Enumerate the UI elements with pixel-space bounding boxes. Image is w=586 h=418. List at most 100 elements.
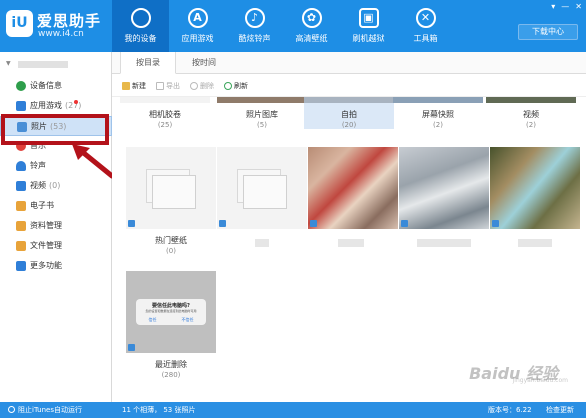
bell-icon: ♪ <box>244 8 265 28</box>
album-count: (2) <box>433 121 443 129</box>
album-selfies[interactable]: 自拍 (20) <box>304 97 394 129</box>
album-type-icon <box>492 220 499 227</box>
album-thumbnail <box>308 147 398 229</box>
delete-label: 删除 <box>200 81 214 90</box>
album-type-icon <box>128 344 135 351</box>
dialog-buttons: 信任 不信任 <box>136 317 206 323</box>
refresh-label: 刷新 <box>234 81 248 90</box>
album-type-icon <box>401 220 408 227</box>
album-screenshots[interactable]: 屏幕快照 (2) <box>393 97 483 129</box>
album-redacted-1[interactable] <box>217 147 307 247</box>
album-thumbnail <box>120 97 210 103</box>
export-icon <box>156 81 164 90</box>
album-thumbnail <box>217 97 307 103</box>
sidebar-item-count: (0) <box>49 181 61 190</box>
view-tabs: 按目录 按时间 <box>112 52 586 74</box>
album-name: 最近删除 <box>155 360 187 369</box>
placeholder-frame <box>243 175 287 209</box>
dialog-subtitle: 您的设置和数据在连接到此电脑时可用 <box>145 309 197 313</box>
device-name-redacted <box>18 61 68 68</box>
annotation-arrow-icon <box>72 144 115 179</box>
redacted-name <box>255 239 269 247</box>
album-redacted-2[interactable] <box>308 147 398 247</box>
sidebar-item-label: 铃声 <box>30 161 46 170</box>
album-thumbnail <box>126 147 216 229</box>
album-name: 热门壁纸 <box>155 236 187 245</box>
main-nav: 我的设备 A 应用游戏 ♪ 酷炫铃声 ✿ 高清壁纸 ▣ 刷机越狱 ✕ 工具箱 <box>112 0 454 52</box>
album-camera-roll[interactable]: 相机胶卷 (25) <box>120 97 210 129</box>
sidebar-item-device-info[interactable]: 设备信息 <box>0 76 112 96</box>
refresh-icon <box>224 81 232 90</box>
block-itunes-toggle[interactable]: 阻止iTunes自动运行 <box>8 405 82 415</box>
nav-label: 工具箱 <box>413 34 438 43</box>
album-redacted-4[interactable] <box>490 147 580 247</box>
album-redacted-3[interactable] <box>399 147 489 247</box>
album-type-icon <box>310 220 317 227</box>
download-center-button[interactable]: 下载中心 <box>518 24 578 40</box>
sidebar-item-data-management[interactable]: 资料管理 <box>0 216 112 236</box>
export-button[interactable]: 导出 <box>156 81 180 91</box>
album-thumbnail <box>486 97 576 103</box>
folder-icon <box>16 241 26 251</box>
nav-toolbox[interactable]: ✕ 工具箱 <box>397 0 454 52</box>
video-icon <box>16 181 26 191</box>
chevron-down-icon: ▼ <box>6 60 11 67</box>
toolbar: 新建 导出 删除 刷新 <box>112 75 586 97</box>
block-itunes-label: 阻止iTunes自动运行 <box>18 406 82 414</box>
delete-icon <box>190 81 198 90</box>
nav-flash-jailbreak[interactable]: ▣ 刷机越狱 <box>340 0 397 52</box>
flower-icon: ✿ <box>301 8 322 28</box>
album-count: (25) <box>157 121 173 129</box>
close-icon[interactable]: ✕ <box>575 2 582 11</box>
sidebar-item-label: 视频 <box>30 181 46 190</box>
sidebar-item-apps[interactable]: 应用游戏 (27) <box>0 96 112 116</box>
status-bar: 阻止iTunes自动运行 11 个相薄， 53 张照片 版本号：6.22 检查更… <box>0 402 586 418</box>
album-name: 相机胶卷 <box>149 110 181 119</box>
nav-apps-games[interactable]: A 应用游戏 <box>169 0 226 52</box>
redacted-name <box>518 239 552 247</box>
watermark-url: jingyan.baidu.com <box>512 377 568 384</box>
album-thumbnail <box>304 97 394 103</box>
window-controls: ▾ — ✕ <box>551 2 582 11</box>
album-recently-deleted[interactable]: 要信任此电脑吗? 您的设置和数据在连接到此电脑时可用 信任 不信任 最近删除 (… <box>126 271 216 379</box>
minimize-icon[interactable]: — <box>561 2 569 11</box>
refresh-button[interactable]: 刷新 <box>224 81 248 91</box>
tab-by-folder[interactable]: 按目录 <box>120 52 176 74</box>
title-bar: iU 爱思助手 www.i4.cn 我的设备 A 应用游戏 ♪ 酷炫铃声 ✿ 高… <box>0 0 586 52</box>
redacted-name <box>338 239 364 247</box>
bell-icon <box>16 161 26 171</box>
check-update-button[interactable]: 检查更新 <box>546 405 574 415</box>
album-count: (280) <box>161 371 181 379</box>
sidebar-item-file-management[interactable]: 文件管理 <box>0 236 112 256</box>
album-thumbnail: 要信任此电脑吗? 您的设置和数据在连接到此电脑时可用 信任 不信任 <box>126 271 216 353</box>
nav-label: 高清壁纸 <box>295 34 328 43</box>
sidebar-item-more[interactable]: 更多功能 <box>0 256 112 276</box>
album-videos[interactable]: 视频 (2) <box>486 97 576 129</box>
new-button[interactable]: 新建 <box>122 81 146 91</box>
sidebar-item-ebooks[interactable]: 电子书 <box>0 196 112 216</box>
contacts-icon <box>16 221 26 231</box>
album-photo-library[interactable]: 照片图库 (5) <box>217 97 307 129</box>
export-label: 导出 <box>166 81 180 90</box>
tab-by-time[interactable]: 按时间 <box>176 52 232 74</box>
grid-icon <box>16 261 26 271</box>
album-hot-wallpapers[interactable]: 热门壁纸 (0) <box>126 147 216 255</box>
apps-icon <box>16 101 26 111</box>
nav-label: 应用游戏 <box>181 34 214 43</box>
redacted-name <box>417 239 471 247</box>
device-selector[interactable]: ▼ <box>6 59 106 71</box>
album-type-icon <box>219 220 226 227</box>
album-thumbnail <box>399 147 489 229</box>
menu-icon[interactable]: ▾ <box>551 2 555 11</box>
nav-wallpapers[interactable]: ✿ 高清壁纸 <box>283 0 340 52</box>
nav-ringtones[interactable]: ♪ 酷炫铃声 <box>226 0 283 52</box>
delete-button[interactable]: 删除 <box>190 81 214 91</box>
sidebar-item-label: 电子书 <box>30 201 54 210</box>
sidebar-item-label: 资料管理 <box>30 221 62 230</box>
trust-dialog-preview: 要信任此电脑吗? 您的设置和数据在连接到此电脑时可用 信任 不信任 <box>136 299 206 325</box>
nav-label: 酷炫铃声 <box>238 34 271 43</box>
brand-url: www.i4.cn <box>38 29 84 39</box>
nav-my-device[interactable]: 我的设备 <box>112 0 169 52</box>
brand-name: 爱思助手 <box>37 12 102 30</box>
sidebar: ▼ 设备信息 应用游戏 (27) 照片 (53) 音乐 铃声 视频 (0) 电子… <box>0 52 112 402</box>
